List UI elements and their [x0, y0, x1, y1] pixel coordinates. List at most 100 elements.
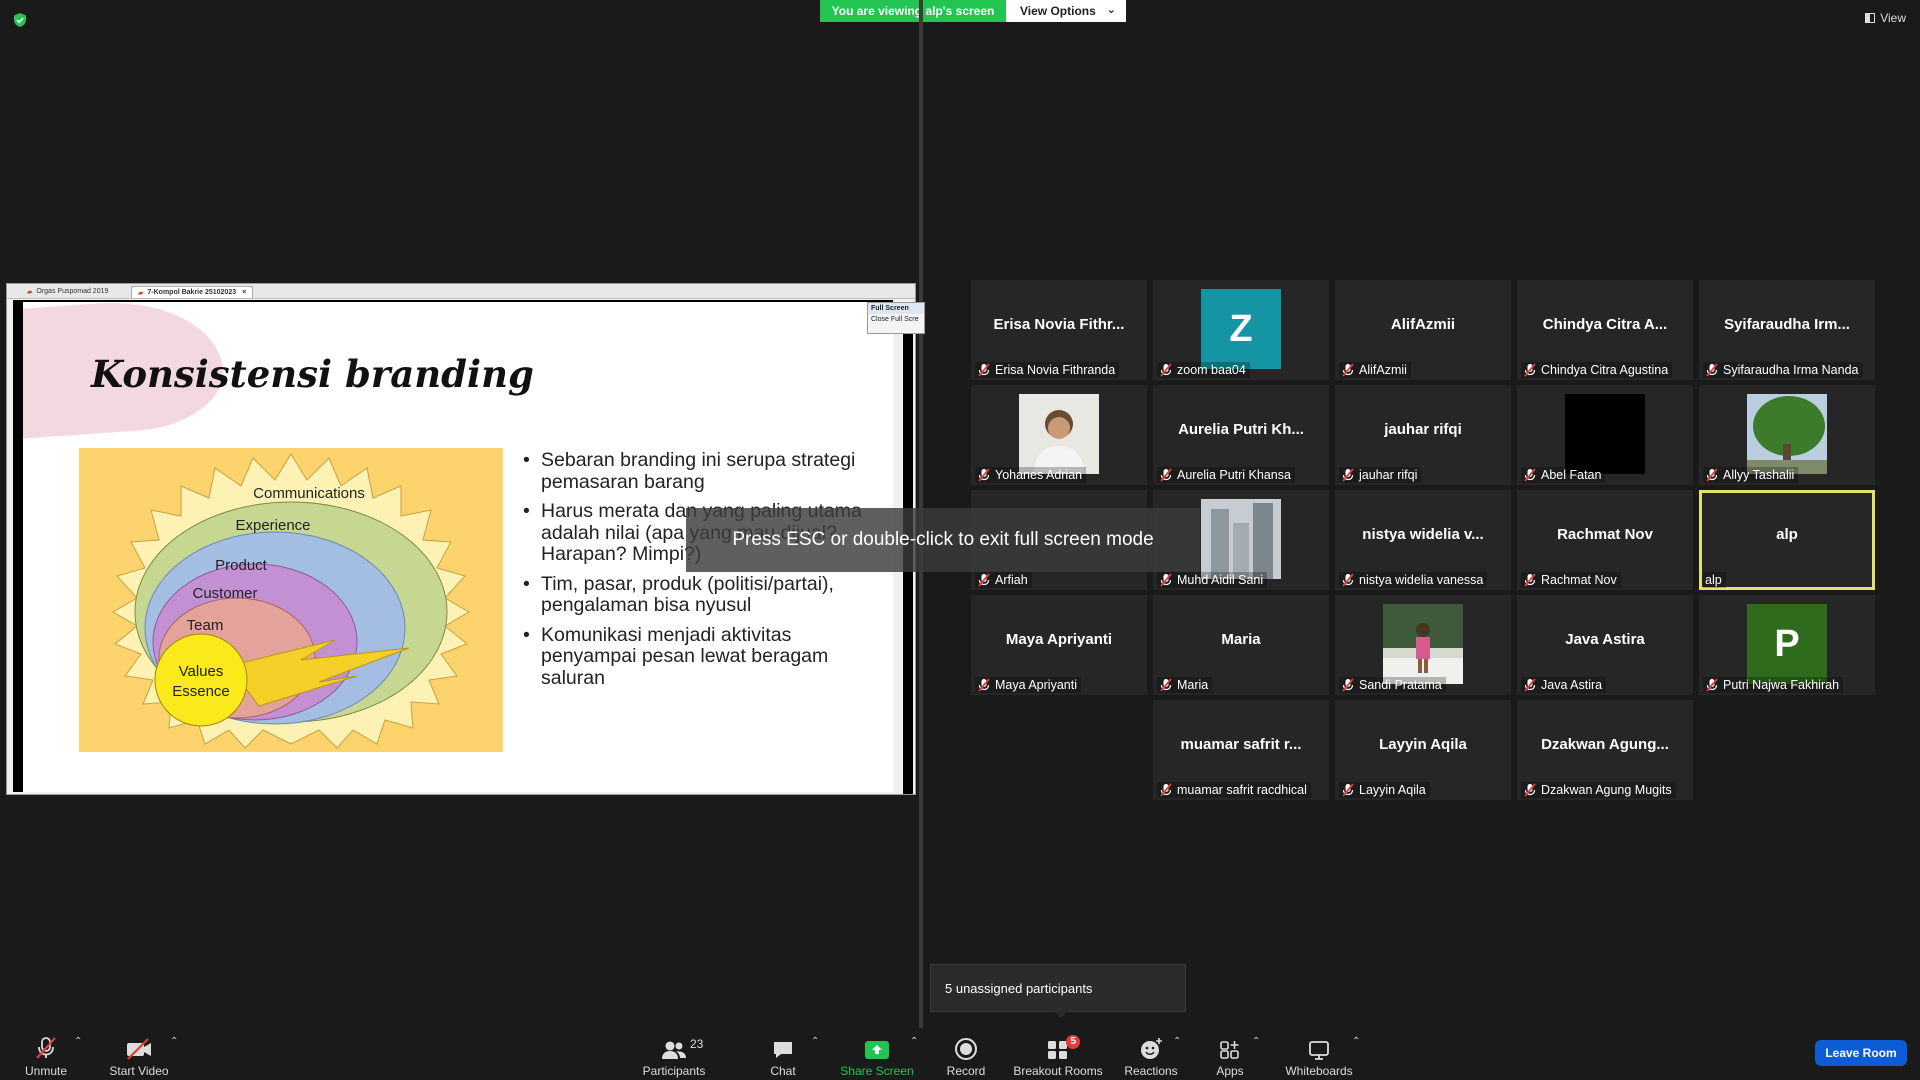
whiteboards-button[interactable]: Whiteboards — [1282, 1030, 1356, 1078]
participants-count: 23 — [690, 1037, 704, 1051]
view-label: View — [1880, 11, 1906, 25]
view-button[interactable]: View — [1865, 11, 1906, 25]
participant-tile[interactable]: Erisa Novia Fithr... Erisa Novia Fithrand… — [971, 280, 1147, 380]
leave-room-button[interactable]: Leave Room — [1815, 1040, 1907, 1066]
breakout-rooms-label: Breakout Rooms — [1013, 1064, 1103, 1078]
document-tab[interactable]: ▰ Orgas Puspomad 2019 — [21, 286, 114, 297]
video-options-caret-icon[interactable]: ⌃ — [170, 1036, 178, 1047]
avatar: P — [1747, 604, 1827, 684]
participant-name: Dzakwan Agung Mugits — [1541, 783, 1672, 797]
chevron-down-icon: ⌄ — [1106, 4, 1116, 16]
participant-tile[interactable]: muamar safrit r... muamar safrit racdhica… — [1153, 700, 1329, 800]
apps-caret-icon[interactable]: ⌃ — [1252, 1036, 1260, 1047]
video-off-icon — [127, 1038, 151, 1060]
participant-tile[interactable]: Java Astira Java Astira — [1517, 595, 1693, 695]
participant-video-thumbnail — [1201, 499, 1281, 579]
participant-tile[interactable]: jauhar rifqi jauhar rifqi — [1335, 385, 1511, 485]
participant-tile[interactable]: nistya widelia v... nistya widelia vaness… — [1335, 490, 1511, 590]
participant-tile[interactable]: Chindya Citra A... Chindya Citra Agustina — [1517, 280, 1693, 380]
participant-name-tag: Rachmat Nov — [1521, 572, 1621, 588]
participant-tile[interactable]: alp alp — [1699, 490, 1875, 590]
participant-name-tag: jauhar rifqi — [1339, 467, 1422, 483]
microphone-muted-icon — [978, 363, 990, 377]
slide-title: Konsistensi branding — [91, 352, 534, 396]
participant-name-tag: Syifaraudha Irma Nanda — [1703, 362, 1863, 378]
microphone-muted-icon — [1342, 468, 1354, 482]
share-screen-button[interactable]: Share Screen — [840, 1030, 914, 1078]
participants-button[interactable]: 23 Participants — [642, 1030, 706, 1078]
participant-display-name: AlifAzmii — [1390, 316, 1456, 333]
apps-label: Apps — [1216, 1064, 1244, 1078]
start-video-button[interactable]: Start Video — [104, 1030, 174, 1078]
breakout-rooms-badge: 5 — [1066, 1035, 1080, 1049]
breakout-rooms-button[interactable]: 5 Breakout Rooms — [1012, 1030, 1104, 1078]
participant-name: Putri Najwa Fakhirah — [1723, 678, 1840, 692]
diagram-label: Values — [179, 663, 224, 680]
participant-tile[interactable]: Maria Maria — [1153, 595, 1329, 695]
participant-name-tag: Putri Najwa Fakhirah — [1703, 677, 1844, 693]
full-screen-menu-item[interactable]: Full Screen — [868, 303, 924, 314]
participant-tile[interactable]: Sandi Pratama — [1335, 595, 1511, 695]
chat-options-caret-icon[interactable]: ⌃ — [811, 1036, 819, 1047]
share-screen-label: Share Screen — [840, 1064, 914, 1078]
close-tab-icon[interactable]: × — [242, 289, 246, 296]
participant-name-tag: Java Astira — [1521, 677, 1607, 693]
record-icon — [955, 1038, 977, 1060]
participant-tile[interactable]: AlifAzmii AlifAzmii — [1335, 280, 1511, 380]
participant-name-tag: Maria — [1157, 677, 1213, 693]
close-full-screen-menu-item[interactable]: Close Full Scre — [868, 314, 924, 325]
participant-display-name: Aurelia Putri Kh... — [1178, 421, 1304, 438]
bullet-item: Sebaran branding ini serupa strategi pem… — [523, 449, 863, 493]
bullet-item: Tim, pasar, produk (politisi/partai), pe… — [523, 573, 863, 617]
share-options-caret-icon[interactable]: ⌃ — [910, 1036, 918, 1047]
unassigned-participants-tooltip: 5 unassigned participants — [930, 964, 1186, 1018]
participant-tile[interactable]: Dzakwan Agung... Dzakwan Agung Mugits — [1517, 700, 1693, 800]
avatar: Z — [1201, 289, 1281, 369]
record-button[interactable]: Record — [942, 1030, 990, 1078]
microphone-muted-icon — [978, 573, 990, 587]
participant-name-tag: Sandi Pratama — [1339, 677, 1446, 693]
apps-button[interactable]: Apps — [1210, 1030, 1250, 1078]
participant-name-tag: AlifAzmii — [1339, 362, 1411, 378]
reactions-button[interactable]: Reactions — [1124, 1030, 1178, 1078]
chat-button[interactable]: Chat — [765, 1030, 801, 1078]
document-tab-active[interactable]: ▰ 7-Kompol Bakrie 25102023 × — [131, 286, 254, 298]
participant-tile[interactable]: Layyin Aqila Layyin Aqila — [1335, 700, 1511, 800]
participant-tile[interactable]: Yohanes Adrian — [971, 385, 1147, 485]
microphone-muted-icon — [1524, 678, 1536, 692]
participants-label: Participants — [642, 1064, 706, 1078]
view-options-button[interactable]: View Options ⌄ — [1006, 0, 1126, 22]
microphone-muted-icon — [1524, 783, 1536, 797]
microphone-muted-icon — [1524, 363, 1536, 377]
participant-display-name: Syifaraudha Irm... — [1724, 316, 1850, 333]
participant-name-tag: Aurelia Putri Khansa — [1157, 467, 1295, 483]
participant-tile[interactable]: Zzoom baa04 — [1153, 280, 1329, 380]
participant-name: Sandi Pratama — [1359, 678, 1442, 692]
participant-name-tag: Dzakwan Agung Mugits — [1521, 782, 1676, 798]
unmute-label: Unmute — [24, 1064, 68, 1078]
participant-tile[interactable]: Aurelia Putri Kh... Aurelia Putri Khansa — [1153, 385, 1329, 485]
participant-name: Layyin Aqila — [1359, 783, 1426, 797]
participant-name: AlifAzmii — [1359, 363, 1407, 377]
participant-name: Yohanes Adrian — [995, 468, 1083, 482]
participant-tile[interactable]: Abel Fatan — [1517, 385, 1693, 485]
participant-display-name: jauhar rifqi — [1384, 421, 1462, 438]
microphone-muted-icon — [1342, 678, 1354, 692]
participant-tile[interactable]: P Putri Najwa Fakhirah — [1699, 595, 1875, 695]
participant-name: Rachmat Nov — [1541, 573, 1617, 587]
participant-tile[interactable]: Syifaraudha Irm... Syifaraudha Irma Nanda — [1699, 280, 1875, 380]
participant-tile[interactable]: Allyy Tashalii — [1699, 385, 1875, 485]
whiteboards-caret-icon[interactable]: ⌃ — [1352, 1036, 1360, 1047]
participant-name-tag: alp — [1703, 572, 1726, 588]
participant-display-name: Rachmat Nov — [1557, 526, 1653, 543]
chat-icon — [774, 1042, 792, 1058]
participant-tile[interactable]: Maya Apriyanti Maya Apriyanti — [971, 595, 1147, 695]
reactions-caret-icon[interactable]: ⌃ — [1173, 1036, 1181, 1047]
audio-options-caret-icon[interactable]: ⌃ — [74, 1036, 82, 1047]
microphone-muted-icon — [1342, 783, 1354, 797]
unmute-button[interactable]: Unmute — [20, 1030, 72, 1078]
security-shield-icon[interactable] — [12, 12, 28, 28]
branding-diagram: Communications Experience Product Custom… — [79, 448, 503, 752]
participant-name-tag: Muhd Aidil Sani — [1157, 572, 1268, 588]
participant-tile[interactable]: Rachmat Nov Rachmat Nov — [1517, 490, 1693, 590]
